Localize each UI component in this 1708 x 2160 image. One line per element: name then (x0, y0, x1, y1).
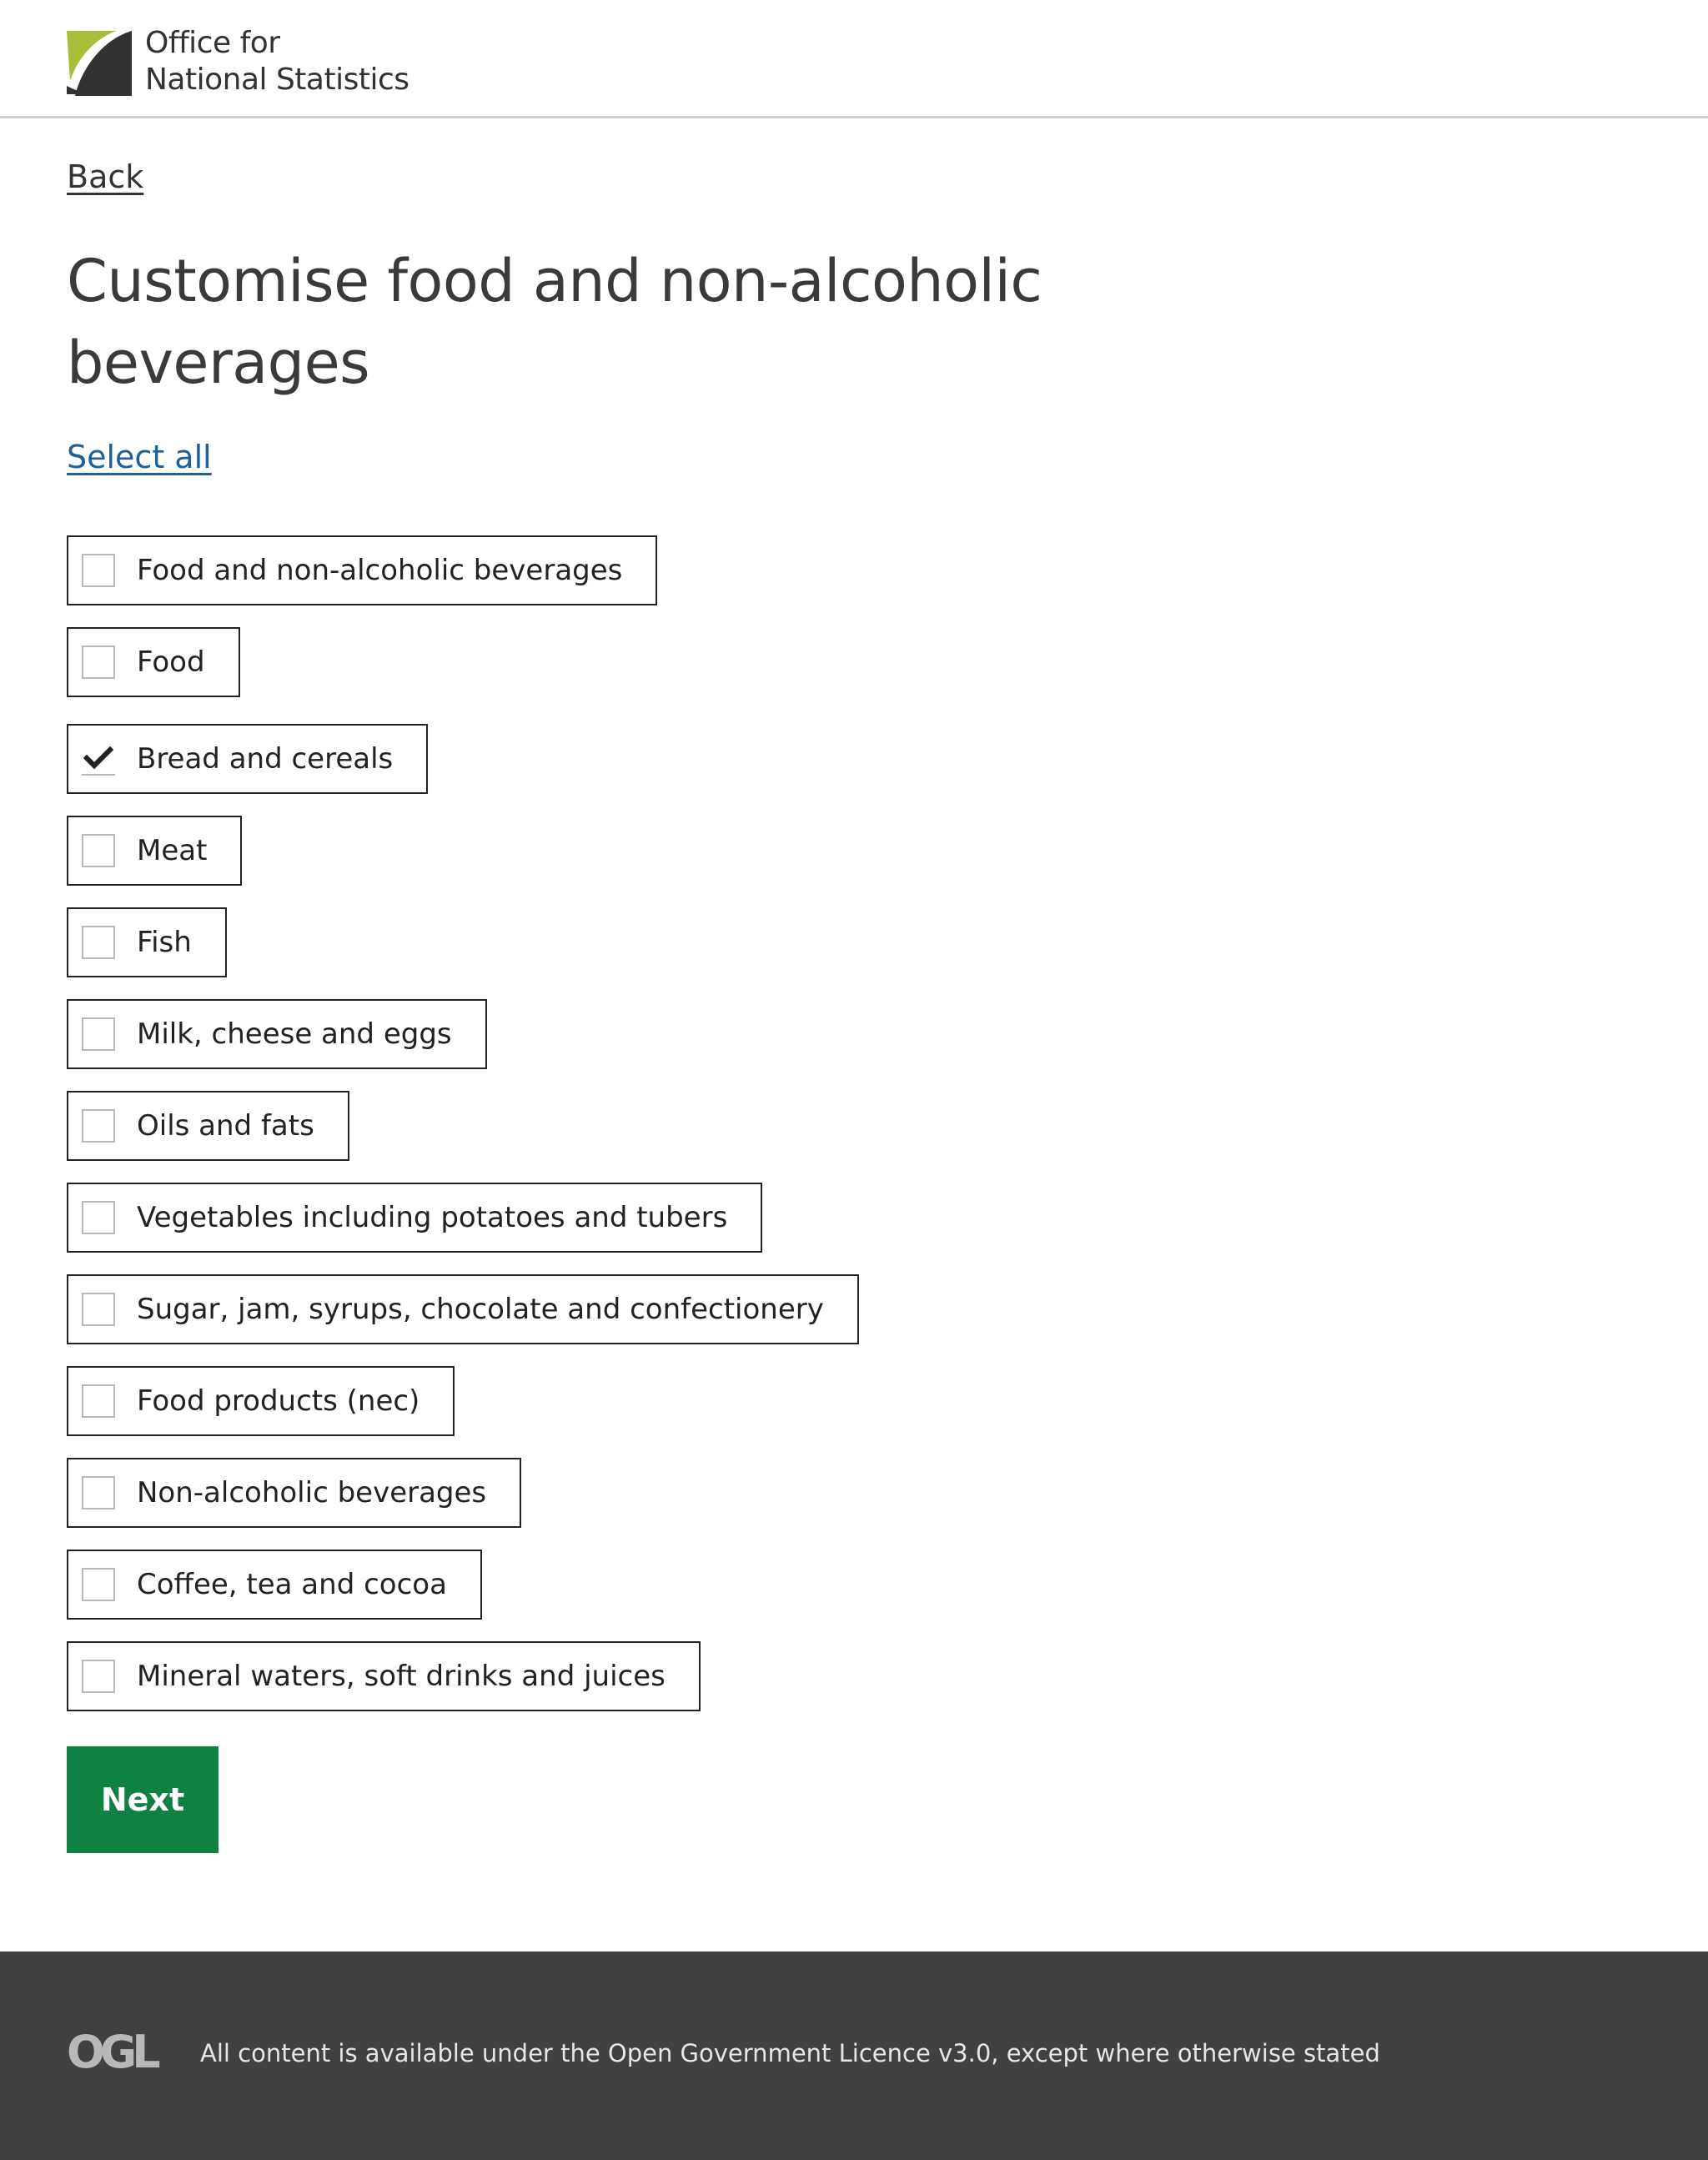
ogl-logo-icon: OGL (67, 2029, 164, 2072)
checkbox-option-vegetables[interactable]: Vegetables including potatoes and tubers (67, 1183, 763, 1253)
checkbox-label: Non-alcoholic beverages (137, 1476, 487, 1509)
checkbox[interactable] (82, 1568, 115, 1601)
checkbox[interactable] (82, 1017, 115, 1051)
checkbox-label: Bread and cereals (137, 742, 394, 776)
page-title: Customise food and non-alcoholic beverag… (67, 247, 1042, 397)
checkbox-label: Food and non-alcoholic beverages (137, 554, 623, 587)
checkbox-option-food-products-nec[interactable]: Food products (nec) (67, 1366, 455, 1436)
select-all-link[interactable]: Select all (67, 435, 212, 479)
back-link[interactable]: Back (67, 155, 143, 198)
checkbox[interactable] (82, 1660, 115, 1693)
checkbox-option-non-alcoholic-beverages[interactable]: Non-alcoholic beverages (67, 1458, 522, 1528)
checkbox-label: Meat (137, 834, 208, 867)
logo-text-line1: Office for (145, 26, 280, 60)
checkbox[interactable] (82, 554, 115, 587)
checkbox-option-bread-and-cereals[interactable]: Bread and cereals (67, 724, 429, 794)
logo-text-line2: National Statistics (145, 63, 409, 97)
checkbox-label: Coffee, tea and cocoa (137, 1568, 447, 1601)
ons-logo-icon (67, 31, 132, 96)
checkbox[interactable] (82, 645, 115, 679)
ogl-logo[interactable]: OGL (67, 2029, 168, 2072)
checkbox[interactable] (82, 834, 115, 867)
licence-text: All content is available under the Open … (200, 2039, 1380, 2067)
site-header: Office for National Statistics (0, 0, 1708, 118)
checkbox[interactable] (82, 926, 115, 959)
checkbox-option-fish[interactable]: Fish (67, 907, 227, 977)
checkbox-label: Sugar, jam, syrups, chocolate and confec… (137, 1293, 824, 1326)
checkbox-option-meat[interactable]: Meat (67, 816, 243, 886)
next-button[interactable]: Next (67, 1746, 219, 1853)
checkbox-label: Vegetables including potatoes and tubers (137, 1201, 728, 1234)
checkbox[interactable] (82, 1109, 115, 1143)
checkbox-label: Food (137, 645, 205, 679)
checkbox-option-food-and-non-alcoholic-beverages[interactable]: Food and non-alcoholic beverages (67, 535, 658, 605)
checkbox-option-food[interactable]: Food (67, 627, 240, 697)
checkbox[interactable] (82, 1476, 115, 1509)
checkbox-label: Milk, cheese and eggs (137, 1017, 452, 1051)
ons-logo[interactable]: Office for National Statistics (67, 25, 409, 98)
checkbox-label: Oils and fats (137, 1109, 314, 1143)
checkbox-label: Fish (137, 926, 192, 959)
checkmark-icon (83, 746, 113, 770)
checkbox[interactable] (82, 742, 115, 776)
checkbox-label: Mineral waters, soft drinks and juices (137, 1660, 666, 1693)
site-footer: OGL All content is available under the O… (0, 1952, 1708, 2160)
checkbox-option-coffee-tea-and-cocoa[interactable]: Coffee, tea and cocoa (67, 1550, 482, 1620)
checkbox-option-milk-cheese-and-eggs[interactable]: Milk, cheese and eggs (67, 999, 487, 1069)
checkbox-option-sugar-jam-syrups[interactable]: Sugar, jam, syrups, chocolate and confec… (67, 1274, 859, 1344)
ogl-logo-text: OGL (67, 2029, 159, 2072)
checkbox-option-oils-and-fats[interactable]: Oils and fats (67, 1091, 349, 1161)
checkbox-option-mineral-waters[interactable]: Mineral waters, soft drinks and juices (67, 1641, 701, 1711)
checkbox[interactable] (82, 1293, 115, 1326)
checkbox[interactable] (82, 1201, 115, 1234)
checkbox-label: Food products (nec) (137, 1384, 420, 1418)
checkbox[interactable] (82, 1384, 115, 1418)
